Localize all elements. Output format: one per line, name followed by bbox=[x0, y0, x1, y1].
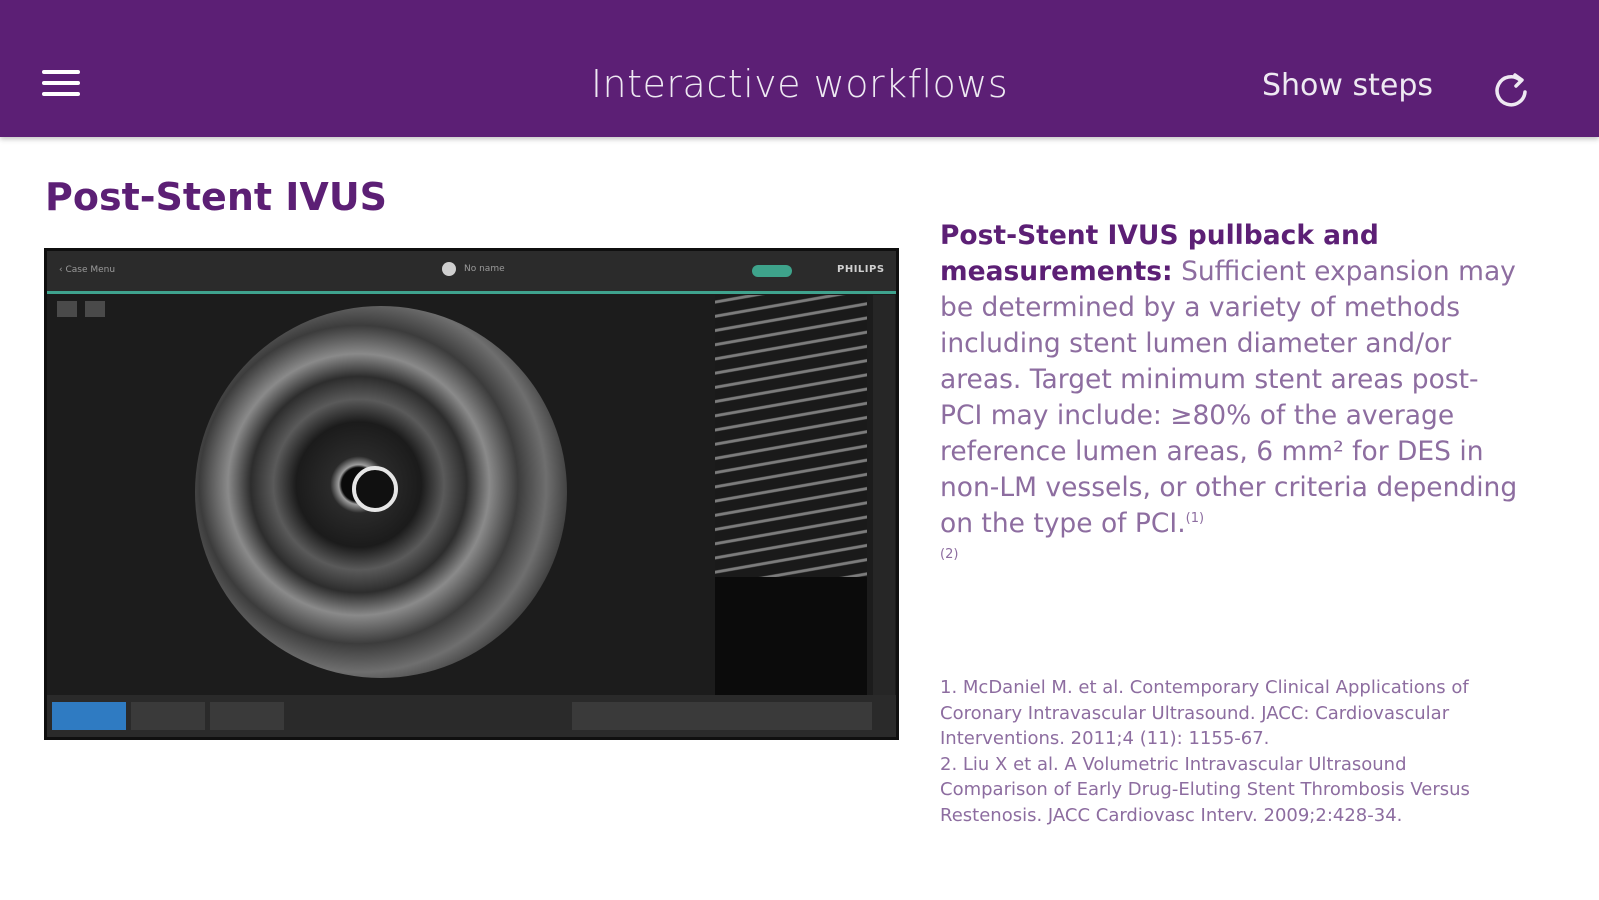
citation-1[interactable]: (1) bbox=[1186, 511, 1204, 526]
description-body: Sufficient expansion may be determined b… bbox=[940, 256, 1518, 539]
screenshot-button bbox=[131, 702, 205, 730]
avatar-icon bbox=[442, 262, 456, 276]
screenshot-button bbox=[210, 702, 284, 730]
citation-2[interactable]: (2) bbox=[940, 547, 958, 562]
status-badge bbox=[752, 265, 792, 277]
brand-logo: PHILIPS bbox=[837, 264, 885, 275]
app-header: Interactive workflows Show steps bbox=[0, 0, 1599, 137]
reference-item: 2. Liu X et al. A Volumetric Intravascul… bbox=[940, 753, 1470, 826]
refresh-icon[interactable] bbox=[1490, 70, 1532, 112]
catheter-ring bbox=[352, 466, 398, 512]
screenshot-side-rail bbox=[873, 295, 895, 695]
references: 1. McDaniel M. et al. Contemporary Clini… bbox=[940, 675, 1510, 828]
screenshot-bottom-bar bbox=[47, 695, 896, 737]
longitudinal-view bbox=[715, 295, 867, 577]
show-steps-button[interactable]: Show steps bbox=[1262, 68, 1433, 103]
longitudinal-view-lower bbox=[715, 577, 867, 697]
screenshot-back-label: ‹ Case Menu bbox=[59, 265, 116, 275]
screenshot-toolbar: ‹ Case Menu No name PHILIPS bbox=[47, 251, 896, 294]
description-text: Post-Stent IVUS pullback and measurement… bbox=[940, 218, 1520, 578]
reference-item: 1. McDaniel M. et al. Contemporary Clini… bbox=[940, 677, 1469, 749]
screenshot-view-icons bbox=[57, 301, 105, 317]
screenshot-primary-button bbox=[52, 702, 126, 730]
screenshot-patient: No name bbox=[442, 262, 505, 276]
page-title: Post-Stent IVUS bbox=[45, 175, 388, 219]
ivus-screenshot-image: ‹ Case Menu No name PHILIPS bbox=[44, 248, 899, 740]
screenshot-tool-bar bbox=[572, 702, 872, 730]
